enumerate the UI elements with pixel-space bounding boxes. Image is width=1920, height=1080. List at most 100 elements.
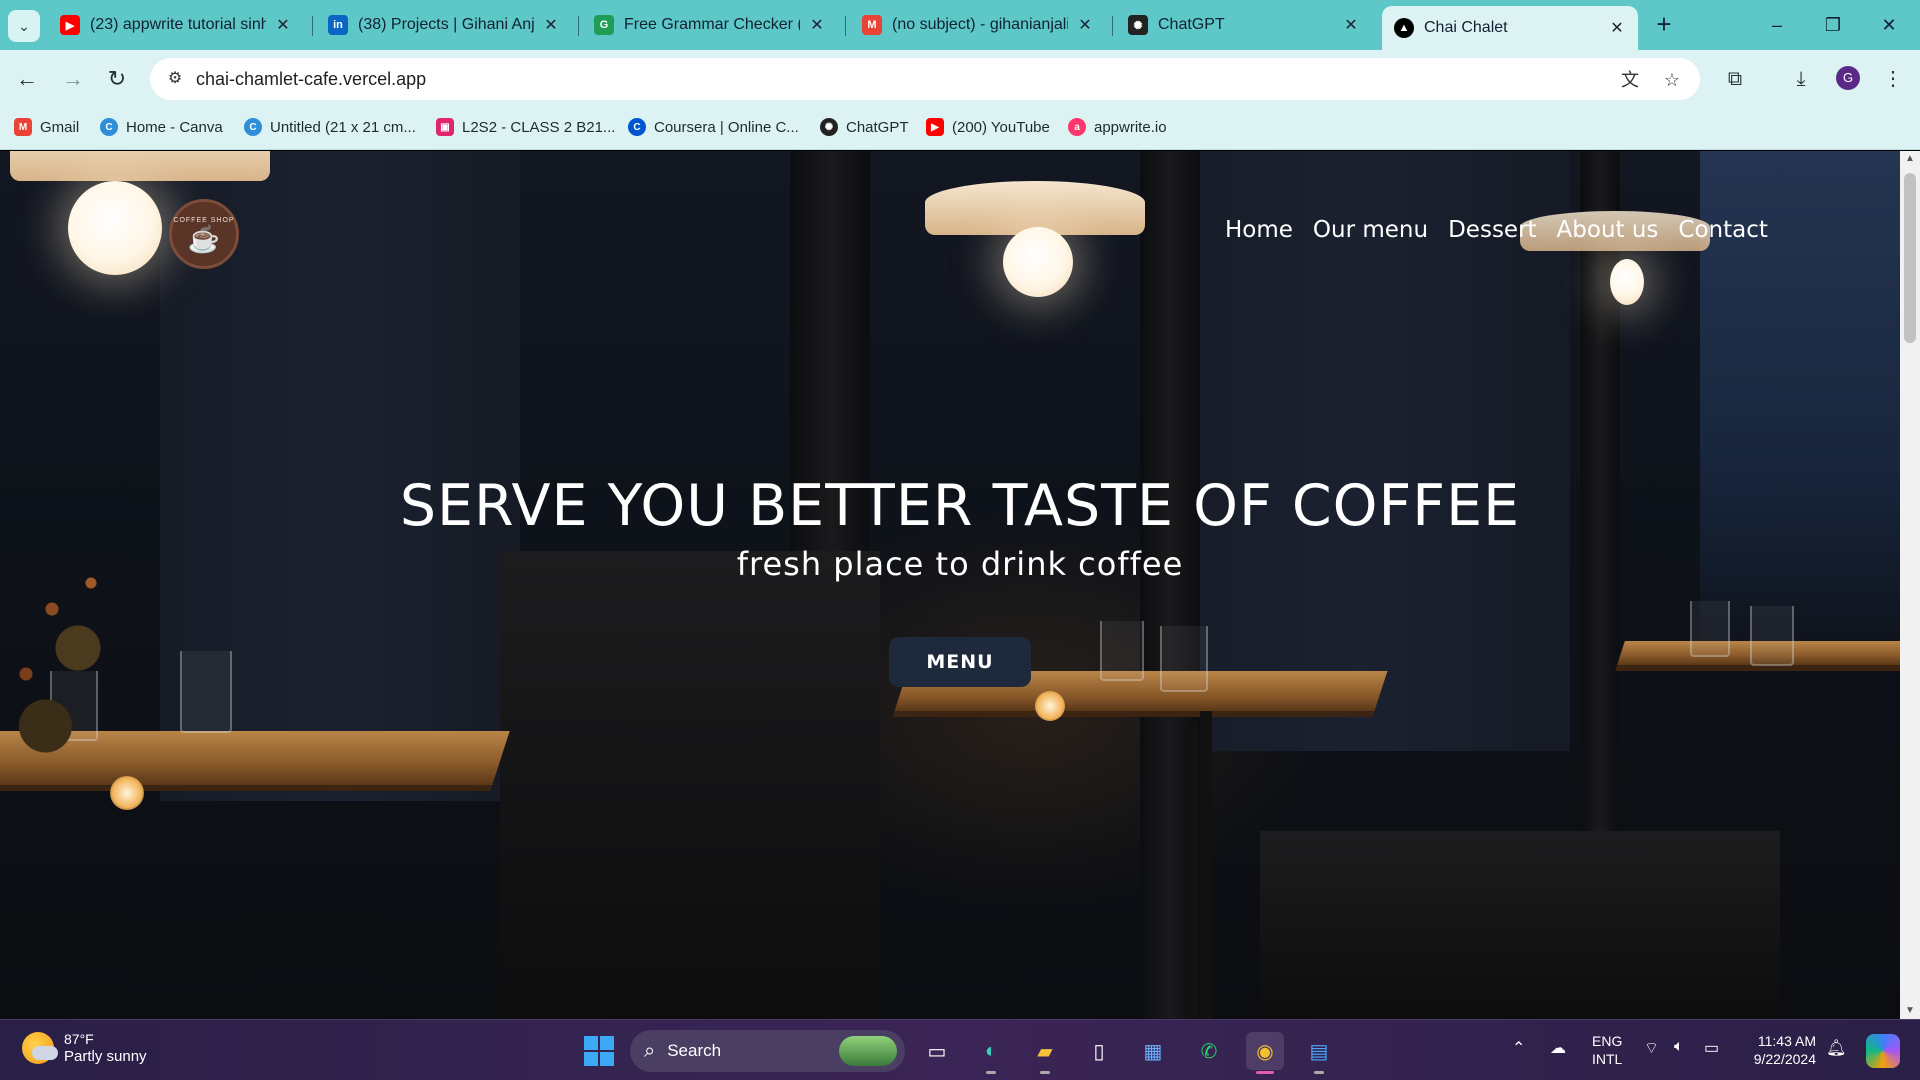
table-leg bbox=[1200, 711, 1212, 1019]
scrollbar-thumb[interactable] bbox=[1904, 173, 1916, 343]
tab-divider bbox=[312, 16, 313, 36]
address-bar[interactable]: ⚙ chai-chamlet-cafe.vercel.app 文 ☆ bbox=[150, 58, 1700, 100]
windows-logo-icon bbox=[584, 1036, 598, 1050]
youtube-icon: ▶ bbox=[60, 15, 80, 35]
copilot-icon[interactable] bbox=[1866, 1034, 1900, 1068]
minimize-button[interactable]: – bbox=[1754, 10, 1800, 40]
forward-button[interactable]: → bbox=[58, 64, 88, 94]
task-view-icon[interactable]: ▭ bbox=[918, 1032, 956, 1070]
more-menu-icon[interactable]: ⋮ bbox=[1878, 64, 1908, 94]
extensions-icon[interactable]: ⧉ bbox=[1720, 64, 1750, 94]
nav-contact[interactable]: Contact bbox=[1678, 217, 1767, 243]
close-tab-icon[interactable]: ✕ bbox=[1342, 15, 1360, 35]
start-button[interactable] bbox=[584, 1036, 614, 1066]
file-explorer-icon[interactable]: ▰ bbox=[1026, 1032, 1064, 1074]
tab-chai-chalet[interactable]: ▲ Chai Chalet ✕ bbox=[1382, 6, 1638, 50]
bookmarks-bar: M Gmail C Home - Canva C Untitled (21 x … bbox=[0, 108, 1920, 150]
appwrite-icon: a bbox=[1068, 118, 1086, 136]
bookmark-chatgpt[interactable]: ✺ ChatGPT bbox=[820, 118, 909, 136]
weather-widget[interactable]: 87°F Partly sunny bbox=[22, 1030, 147, 1066]
bookmark-classroom[interactable]: ▣ L2S2 - CLASS 2 B21... bbox=[436, 118, 615, 136]
tab-gmail[interactable]: M (no subject) - gihanianjalik ✕ bbox=[850, 8, 1106, 42]
water-glass bbox=[1160, 626, 1208, 692]
chatgpt-icon: ✺ bbox=[820, 118, 838, 136]
tab-divider bbox=[1112, 16, 1113, 36]
partly-sunny-icon bbox=[22, 1032, 58, 1064]
restore-button[interactable]: ❐ bbox=[1810, 10, 1856, 40]
tab-search-button[interactable]: ⌄ bbox=[8, 10, 40, 42]
nav-our-menu[interactable]: Our menu bbox=[1313, 217, 1428, 243]
site-settings-icon[interactable]: ⚙ bbox=[164, 68, 186, 90]
wifi-icon[interactable]: ⌔ bbox=[1644, 1038, 1659, 1058]
site-nav: Home Our menu Dessert About us Contact bbox=[1225, 217, 1768, 243]
microsoft-store-icon[interactable]: ▦ bbox=[1134, 1032, 1172, 1070]
system-clock[interactable]: 11:43 AM 9/22/2024 bbox=[1748, 1032, 1816, 1068]
scroll-down-icon[interactable]: ▼ bbox=[1900, 1003, 1920, 1019]
taskbar-search[interactable]: ⌕ Search bbox=[630, 1030, 905, 1072]
translate-icon[interactable]: 文 bbox=[1618, 68, 1642, 92]
menu-button[interactable]: MENU bbox=[889, 637, 1031, 687]
notepad-icon[interactable]: ▤ bbox=[1300, 1032, 1338, 1074]
tab-chatgpt[interactable]: ✺ ChatGPT ✕ bbox=[1116, 8, 1372, 42]
bookmark-home-canva[interactable]: C Home - Canva bbox=[100, 118, 223, 136]
nav-dessert[interactable]: Dessert bbox=[1448, 217, 1536, 243]
hero-subtitle: fresh place to drink coffee bbox=[736, 545, 1184, 583]
volume-icon[interactable]: 🔈︎ bbox=[1674, 1038, 1684, 1056]
bookmark-untitled-canva[interactable]: C Untitled (21 x 21 cm... bbox=[244, 118, 416, 136]
water-glass bbox=[1750, 606, 1794, 666]
coffee-cup-icon: ☕ bbox=[187, 223, 221, 254]
input-language[interactable]: ENG INTL bbox=[1592, 1032, 1622, 1068]
temperature: 87°F bbox=[64, 1031, 94, 1047]
tab-linkedin-projects[interactable]: in (38) Projects | Gihani Anjal ✕ bbox=[316, 8, 572, 42]
onedrive-cloud-icon[interactable]: ☁ bbox=[1550, 1038, 1566, 1058]
nav-about-us[interactable]: About us bbox=[1557, 217, 1659, 243]
candle-light bbox=[1035, 691, 1065, 721]
reload-button[interactable]: ↻ bbox=[102, 64, 132, 94]
site-logo[interactable]: COFFEE SHOP ☕ bbox=[169, 199, 239, 269]
bookmark-youtube[interactable]: ▶ (200) YouTube bbox=[926, 118, 1050, 136]
chevron-down-icon: ⌄ bbox=[18, 17, 30, 34]
search-highlight-image bbox=[839, 1036, 897, 1066]
nav-home[interactable]: Home bbox=[1225, 217, 1293, 243]
tab-divider bbox=[845, 16, 846, 36]
water-glass bbox=[1100, 621, 1144, 681]
tab-appwrite-tutorial[interactable]: ▶ (23) appwrite tutorial sinha ✕ bbox=[48, 8, 304, 42]
coursera-icon: C bbox=[628, 118, 646, 136]
tab-grammar-checker[interactable]: G Free Grammar Checker (no ✕ bbox=[582, 8, 838, 42]
edge-icon[interactable]: ◐ bbox=[972, 1032, 1010, 1074]
bookmark-coursera[interactable]: C Coursera | Online C... bbox=[628, 118, 799, 136]
close-tab-icon[interactable]: ✕ bbox=[808, 15, 826, 35]
booth-seat bbox=[1260, 831, 1780, 1019]
bookmark-appwrite[interactable]: a appwrite.io bbox=[1068, 118, 1167, 136]
download-icon[interactable]: ⤓ bbox=[1786, 64, 1816, 94]
bookmark-star-icon[interactable]: ☆ bbox=[1660, 68, 1684, 92]
close-window-button[interactable]: ✕ bbox=[1866, 10, 1912, 40]
light-bulb bbox=[68, 181, 162, 275]
close-tab-icon[interactable]: ✕ bbox=[274, 15, 292, 35]
water-glass bbox=[180, 651, 232, 733]
light-bulb bbox=[1610, 259, 1644, 305]
whatsapp-icon[interactable]: ✆ bbox=[1190, 1032, 1228, 1070]
show-hidden-icons-chevron[interactable]: ⌃ bbox=[1512, 1038, 1525, 1058]
close-tab-icon[interactable]: ✕ bbox=[542, 15, 560, 35]
close-tab-icon[interactable]: ✕ bbox=[1608, 18, 1626, 38]
taskbar: 87°F Partly sunny ⌕ Search ▭ ◐ ▰ ▯ ▦ ✆ ◉… bbox=[0, 1019, 1920, 1080]
close-tab-icon[interactable]: ✕ bbox=[1076, 15, 1094, 35]
notepad-file-icon[interactable]: ▯ bbox=[1080, 1032, 1118, 1070]
canva-icon: C bbox=[244, 118, 262, 136]
youtube-icon: ▶ bbox=[926, 118, 944, 136]
battery-icon[interactable]: ▭ bbox=[1704, 1038, 1719, 1058]
weather-condition: Partly sunny bbox=[64, 1048, 147, 1065]
chrome-icon[interactable]: ◉ bbox=[1246, 1032, 1284, 1074]
page-scrollbar[interactable]: ▲ ▼ bbox=[1900, 151, 1920, 1019]
bookmark-gmail[interactable]: M Gmail bbox=[14, 118, 79, 136]
pendant-lamp-shade bbox=[10, 151, 270, 181]
hero-section: COFFEE SHOP ☕ Home Our menu Dessert Abou… bbox=[0, 151, 1900, 1019]
new-tab-button[interactable]: + bbox=[1650, 10, 1678, 38]
back-button[interactable]: ← bbox=[12, 64, 42, 94]
scroll-up-icon[interactable]: ▲ bbox=[1900, 151, 1920, 167]
profile-avatar[interactable]: G bbox=[1836, 66, 1860, 90]
table-leg bbox=[1185, 721, 1199, 1019]
notification-bell-icon[interactable]: 🔔︎ bbox=[1826, 1038, 1846, 1058]
url-text[interactable]: chai-chamlet-cafe.vercel.app bbox=[196, 69, 426, 90]
